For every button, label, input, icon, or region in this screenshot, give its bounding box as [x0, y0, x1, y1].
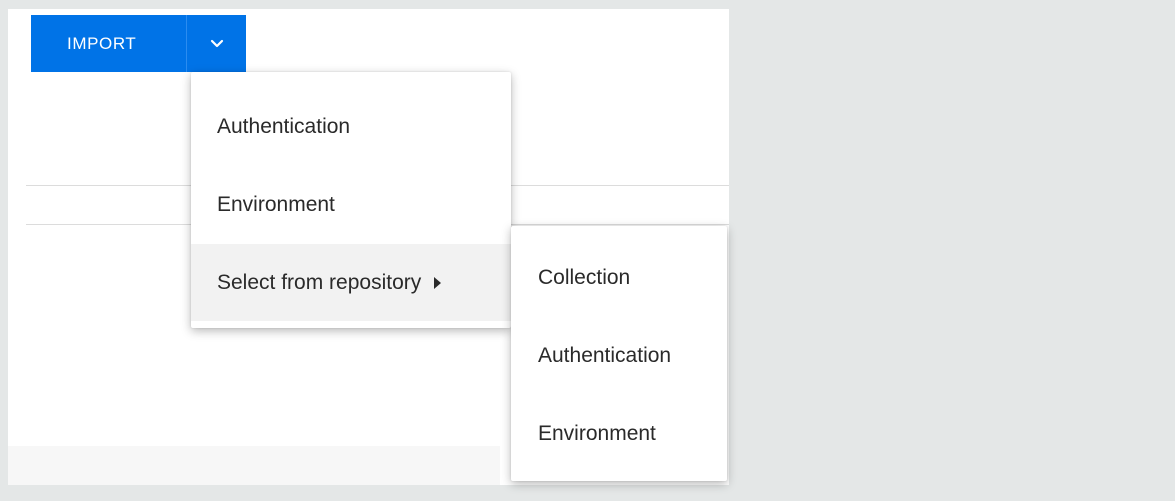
- repository-submenu: Collection Authentication Environment: [511, 226, 727, 481]
- import-button[interactable]: IMPORT: [31, 15, 186, 72]
- panel-footer-strip: [8, 446, 500, 485]
- menu-item-label: Environment: [217, 193, 335, 216]
- import-dropdown-menu: Authentication Environment Select from r…: [191, 72, 511, 328]
- menu-item-authentication[interactable]: Authentication: [191, 88, 511, 166]
- import-dropdown-toggle[interactable]: [187, 15, 246, 72]
- menu-item-label: Select from repository: [217, 270, 422, 294]
- menu-item-select-from-repository[interactable]: Select from repository: [191, 244, 511, 321]
- submenu-item-authentication[interactable]: Authentication: [511, 317, 727, 395]
- submenu-item-label: Collection: [538, 266, 631, 289]
- caret-right-icon: [434, 276, 442, 289]
- submenu-item-environment[interactable]: Environment: [511, 395, 727, 473]
- submenu-item-label: Environment: [538, 422, 656, 445]
- chevron-down-icon: [210, 39, 223, 47]
- menu-item-environment[interactable]: Environment: [191, 166, 511, 244]
- import-split-button: IMPORT: [31, 15, 246, 72]
- import-button-label: IMPORT: [67, 33, 137, 53]
- menu-item-label: Authentication: [217, 115, 351, 138]
- submenu-item-collection[interactable]: Collection: [511, 239, 727, 317]
- submenu-item-label: Authentication: [538, 344, 672, 367]
